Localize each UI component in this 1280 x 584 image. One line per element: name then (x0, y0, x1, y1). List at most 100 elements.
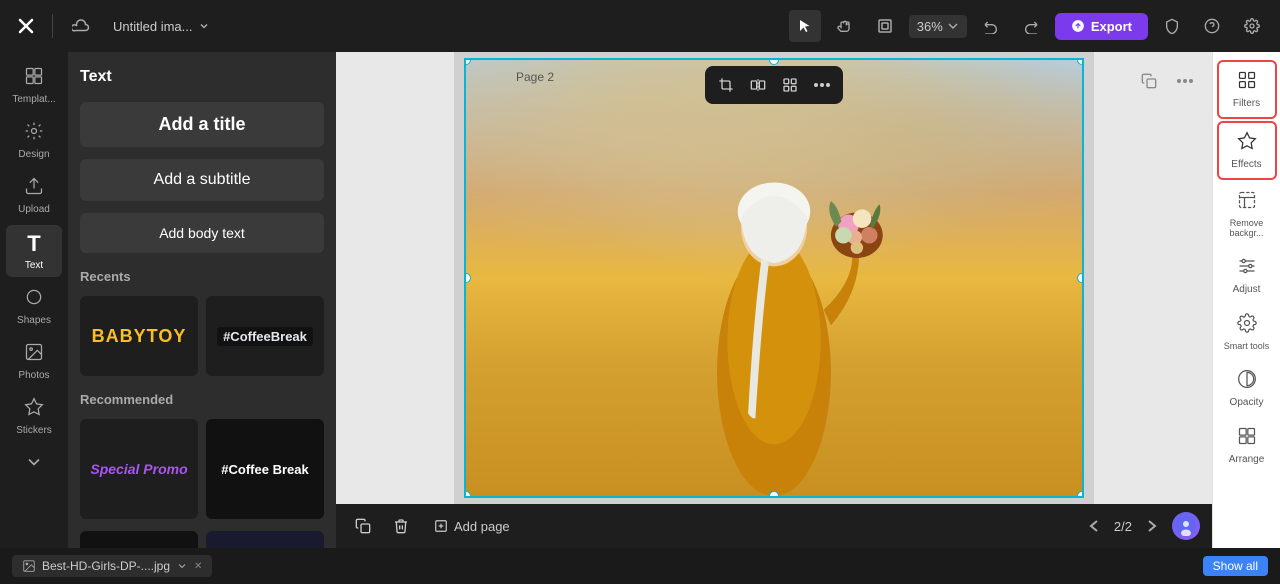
opacity-button[interactable]: Opacity (1217, 361, 1277, 416)
photos-label: Photos (18, 370, 49, 381)
stickers-label: Stickers (16, 425, 52, 436)
frame-tool-button[interactable] (869, 10, 901, 42)
remove-bg-button[interactable]: Remove backgr... (1217, 182, 1277, 246)
avatar-icon (1176, 516, 1196, 536)
cloud-save-button[interactable] (65, 10, 97, 42)
user-avatar[interactable] (1172, 512, 1200, 540)
sidebar-item-upload[interactable]: Upload (6, 170, 62, 221)
recent-coffee[interactable]: #CoffeeBreak (206, 296, 324, 376)
canvas-area: Page 2 (336, 52, 1212, 548)
flip-tool-button[interactable] (743, 70, 773, 100)
file-name-text: Untitled ima... (113, 19, 192, 34)
canvas-actions-right (1134, 66, 1200, 96)
filters-label: Filters (1233, 98, 1260, 109)
undo-button[interactable] (975, 10, 1007, 42)
rec-item-4[interactable]: lifestyle (206, 531, 324, 548)
filters-button[interactable]: Filters (1217, 60, 1277, 119)
handle-middle-right[interactable] (1077, 273, 1084, 283)
text-panel: Text Add a title Add a subtitle Add body… (68, 52, 336, 548)
more-icon (24, 452, 44, 477)
more-page-options-button[interactable] (1170, 66, 1200, 96)
smart-tools-button[interactable]: Smart tools (1217, 305, 1277, 359)
coffee-break-text: #Coffee Break (221, 462, 308, 477)
canvas-image (466, 60, 1082, 496)
delete-page-button[interactable] (386, 511, 416, 541)
rec-coffee-break[interactable]: #Coffee Break (206, 419, 324, 519)
upload-label: Upload (18, 204, 50, 215)
page-navigation: 2/2 (1082, 514, 1164, 538)
text-label: Text (25, 260, 43, 271)
zoom-control[interactable]: 36% (909, 15, 967, 38)
add-page-button[interactable]: Add page (424, 515, 520, 538)
effects-label: Effects (1231, 159, 1261, 170)
add-subtitle-button[interactable]: Add a subtitle (80, 159, 324, 201)
canvas-page: ↻ (454, 52, 1094, 504)
sidebar-item-stickers[interactable]: Stickers (6, 391, 62, 442)
rec-item-3[interactable]: PRETTY (80, 531, 198, 548)
smart-tools-icon (1237, 313, 1257, 338)
next-page-button[interactable] (1140, 514, 1164, 538)
recent-babytoy[interactable]: BABYTOY (80, 296, 198, 376)
handle-top-right[interactable] (1077, 58, 1084, 65)
design-icon (24, 121, 44, 146)
redo-button[interactable] (1015, 10, 1047, 42)
add-page-label: Add page (454, 519, 510, 534)
file-tab-name: Best-HD-Girls-DP-....jpg (42, 559, 170, 573)
add-title-button[interactable]: Add a title (80, 102, 324, 147)
sidebar-item-templates[interactable]: Templat... (6, 60, 62, 111)
handle-bottom-right[interactable] (1077, 491, 1084, 498)
babytoy-text: BABYTOY (92, 326, 187, 347)
position-tool-button[interactable] (775, 70, 805, 100)
handle-bottom-middle[interactable] (769, 491, 779, 498)
settings-icon-button[interactable] (1236, 10, 1268, 42)
opacity-label: Opacity (1230, 397, 1264, 408)
adjust-button[interactable]: Adjust (1217, 248, 1277, 303)
canvas-toolbar (705, 66, 843, 104)
add-body-button[interactable]: Add body text (80, 213, 324, 253)
page-label: Page 2 (516, 70, 554, 84)
copy-page-button[interactable] (348, 511, 378, 541)
sidebar-item-more[interactable] (6, 446, 62, 483)
zoom-value: 36% (917, 19, 943, 34)
special-promo-text: Special Promo (90, 461, 187, 477)
icon-sidebar: Templat... Design Upload T (0, 52, 68, 548)
export-button[interactable]: Export (1055, 13, 1148, 40)
shapes-label: Shapes (17, 315, 51, 326)
upload-icon (24, 176, 44, 201)
shield-icon-button[interactable] (1156, 10, 1188, 42)
templates-label: Templat... (12, 94, 55, 105)
rec-special-promo[interactable]: Special Promo (80, 419, 198, 519)
file-name-button[interactable]: Untitled ima... (105, 15, 218, 38)
more-options-button[interactable] (807, 70, 837, 100)
hand-tool-button[interactable] (829, 10, 861, 42)
arrange-label: Arrange (1229, 454, 1265, 465)
duplicate-page-button[interactable] (1134, 66, 1164, 96)
crop-tool-button[interactable] (711, 70, 741, 100)
arrange-icon (1237, 426, 1257, 451)
app-logo[interactable] (12, 12, 40, 40)
main-layout: Templat... Design Upload T (0, 52, 1280, 548)
help-icon-button[interactable] (1196, 10, 1228, 42)
prev-page-button[interactable] (1082, 514, 1106, 538)
selected-image-container[interactable]: ↻ (464, 58, 1084, 498)
show-all-button[interactable]: Show all (1203, 556, 1268, 576)
effects-button[interactable]: Effects (1217, 121, 1277, 180)
bottom-bar: Add page 2/2 (336, 504, 1212, 548)
file-tab[interactable]: Best-HD-Girls-DP-....jpg ✕ (12, 555, 212, 577)
sidebar-item-text[interactable]: T Text (6, 225, 62, 277)
export-label: Export (1091, 19, 1132, 34)
arrange-button[interactable]: Arrange (1217, 418, 1277, 473)
recommended-grid: Special Promo #Coffee Break (80, 419, 324, 519)
sidebar-item-shapes[interactable]: Shapes (6, 281, 62, 332)
topbar-divider (52, 14, 53, 38)
file-bar: Best-HD-Girls-DP-....jpg ✕ Show all (0, 548, 1280, 584)
remove-bg-icon (1237, 190, 1257, 215)
handle-bottom-left[interactable] (464, 491, 471, 498)
recommended-label: Recommended (80, 392, 324, 407)
sidebar-item-design[interactable]: Design (6, 115, 62, 166)
file-tab-close-button[interactable]: ✕ (194, 561, 202, 572)
select-tool-button[interactable] (789, 10, 821, 42)
sidebar-item-photos[interactable]: Photos (6, 336, 62, 387)
canvas-scroll[interactable]: ↻ (336, 52, 1212, 504)
smart-tools-label: Smart tools (1224, 341, 1270, 351)
